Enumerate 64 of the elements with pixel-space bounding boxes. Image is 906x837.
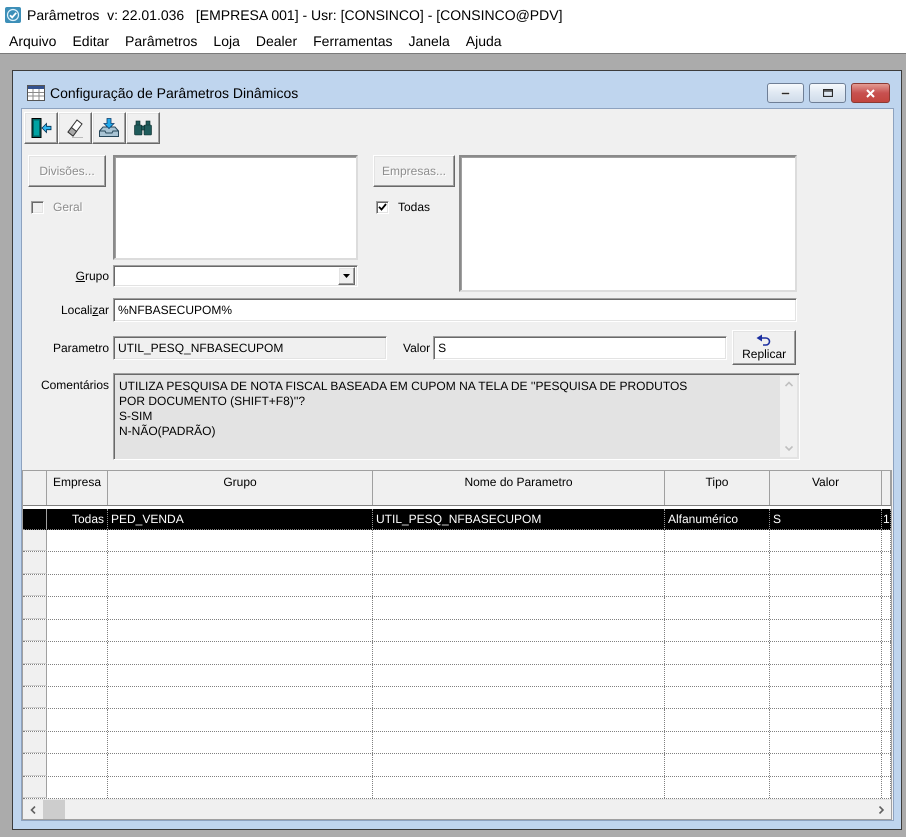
exit-button[interactable] bbox=[24, 112, 58, 144]
table-cell: UTIL_PESQ_NFBASECUPOM bbox=[373, 509, 665, 529]
column-header: Valor bbox=[770, 471, 882, 505]
checkbox-label: Todas bbox=[398, 200, 430, 214]
import-button[interactable] bbox=[92, 112, 126, 144]
curved-arrow-icon bbox=[756, 334, 772, 346]
column-header: Tipo bbox=[665, 471, 770, 505]
menu-item[interactable]: Ajuda bbox=[458, 32, 510, 52]
horizontal-scrollbar[interactable] bbox=[23, 799, 891, 819]
menu-item[interactable]: Arquivo bbox=[1, 32, 64, 52]
close-button[interactable] bbox=[851, 83, 890, 103]
column-header: Empresa bbox=[47, 471, 108, 505]
dropdown-button[interactable] bbox=[338, 267, 355, 285]
close-icon bbox=[866, 88, 875, 98]
search-button[interactable] bbox=[126, 112, 160, 144]
value-field[interactable]: S bbox=[433, 336, 728, 360]
minimize-button[interactable] bbox=[767, 83, 804, 103]
table-cell: Alfanumérico bbox=[665, 509, 770, 529]
binoculars-icon bbox=[133, 119, 153, 137]
table-cell: S bbox=[770, 509, 882, 529]
child-window-title: Configuração de Parâmetros Dinâmicos bbox=[50, 85, 298, 101]
scrollbar-thumb[interactable] bbox=[43, 800, 65, 819]
menu-item[interactable]: Ferramentas bbox=[305, 32, 400, 52]
field-label: Valor bbox=[403, 340, 430, 354]
check-badge-icon bbox=[5, 7, 21, 23]
table-cell: Todas bbox=[47, 509, 108, 529]
maximize-button[interactable] bbox=[809, 83, 846, 103]
menu-item[interactable]: Dealer bbox=[248, 32, 306, 52]
caret-down-icon bbox=[343, 274, 350, 278]
parameter-field[interactable]: UTIL_PESQ_NFBASECUPOM bbox=[113, 336, 387, 360]
field-label: Grupo bbox=[76, 269, 109, 283]
group-combo[interactable] bbox=[113, 265, 358, 287]
menu-item[interactable]: Janela bbox=[400, 32, 458, 52]
field-label: Parametro bbox=[52, 340, 109, 354]
chevron-left-icon bbox=[30, 806, 36, 814]
tray-arrow-icon bbox=[98, 117, 120, 139]
replicate-button[interactable]: Replicar bbox=[732, 330, 796, 365]
checkmark-icon bbox=[378, 203, 387, 211]
table-icon bbox=[27, 85, 45, 101]
maximize-icon bbox=[822, 89, 832, 97]
checkbox-label: Geral bbox=[53, 200, 82, 214]
divisions-list[interactable] bbox=[113, 155, 358, 260]
vertical-scrollbar[interactable] bbox=[780, 376, 797, 457]
menu-item[interactable]: Editar bbox=[64, 32, 118, 52]
field-label: Localizar bbox=[60, 303, 109, 317]
table-row[interactable]: Todas PED_VENDA UTIL_PESQ_NFBASECUPOM Alfanumérico S 1 bbox=[23, 509, 891, 530]
door-arrow-icon bbox=[30, 117, 52, 139]
table-cell: 1 bbox=[882, 509, 891, 529]
eraser-button[interactable] bbox=[58, 112, 92, 144]
companies-list[interactable] bbox=[459, 155, 797, 292]
column-header: Grupo bbox=[108, 471, 373, 505]
field-label: Comentários bbox=[40, 378, 109, 392]
menu-item[interactable]: Parâmetros bbox=[117, 32, 206, 52]
chevron-right-icon bbox=[878, 806, 884, 814]
chevron-down-icon bbox=[784, 445, 792, 452]
minimize-icon bbox=[781, 92, 790, 94]
window-title: Parâmetros v: 22.01.036 [EMPRESA 001] - Usr: [CONSINCO] - [CONSINCO@PDV] bbox=[27, 7, 562, 23]
search-field[interactable]: %NFBASECUPOM% bbox=[113, 298, 797, 322]
table-cell: PED_VENDA bbox=[108, 509, 373, 529]
checkbox[interactable] bbox=[376, 200, 389, 214]
chevron-up-icon bbox=[784, 381, 792, 388]
menu-item[interactable]: Loja bbox=[205, 32, 248, 52]
column-header: Nome do Parametro bbox=[373, 471, 665, 505]
comments-field[interactable]: UTILIZA PESQUISA DE NOTA FISCAL BASEADA EM CUPOM NA TELA DE ''PESQUISA DE PRODUTOS POR DOCUMENTO (SHIFT+F8)''? S-SIM N-NÃO(PADRÃO) bbox=[113, 373, 800, 460]
